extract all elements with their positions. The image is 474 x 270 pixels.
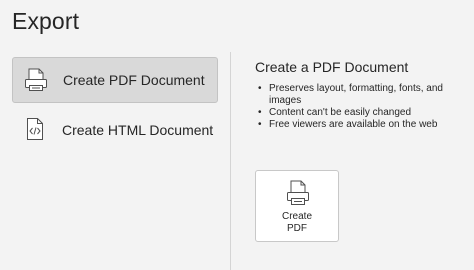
feature-item: Content can't be easily changed: [255, 107, 460, 119]
pdf-document-icon: [284, 179, 312, 207]
feature-list: Preserves layout, formatting, fonts, and…: [255, 83, 460, 131]
pdf-document-icon: [23, 67, 49, 93]
export-options-list: Create PDF Document Create HTML Document: [0, 52, 230, 270]
feature-item: Free viewers are available on the web: [255, 119, 460, 131]
details-title: Create a PDF Document: [255, 59, 409, 75]
create-pdf-document-option[interactable]: Create PDF Document: [12, 57, 218, 103]
feature-item: Preserves layout, formatting, fonts, and…: [255, 83, 460, 107]
pane-divider: [230, 52, 231, 270]
page-title: Export: [12, 8, 80, 34]
html-document-icon: [22, 116, 48, 142]
create-pdf-button[interactable]: Create PDF: [255, 170, 339, 242]
create-pdf-button-label: Create PDF: [281, 211, 312, 234]
create-pdf-document-label: Create PDF Document: [63, 72, 205, 88]
create-html-document-label: Create HTML Document: [62, 122, 214, 138]
create-html-document-option[interactable]: Create HTML Document: [12, 107, 218, 153]
